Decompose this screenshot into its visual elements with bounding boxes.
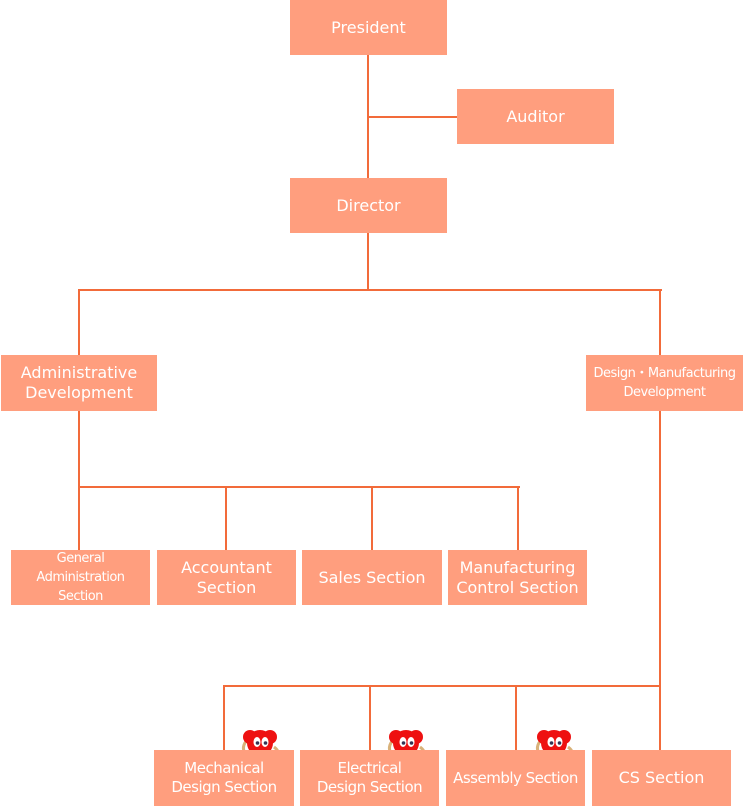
connector (223, 685, 661, 687)
node-general-administration: General Administration Section (11, 550, 150, 605)
connector (78, 411, 80, 550)
node-auditor: Auditor (457, 89, 614, 144)
connector (225, 486, 227, 550)
connector (78, 486, 520, 488)
connector (517, 486, 519, 550)
node-director: Director (290, 178, 447, 233)
connector (78, 289, 80, 355)
node-admin-development: Administrative Development (1, 355, 157, 411)
connector (515, 685, 517, 750)
connector (369, 685, 371, 750)
node-manufacturing-control: Manufacturing Control Section (448, 550, 587, 605)
connector (659, 289, 661, 355)
connector (371, 486, 373, 550)
node-cs: CS Section (592, 750, 731, 806)
connector (367, 233, 369, 291)
node-president: President (290, 0, 447, 55)
node-assembly: Assembly Section (446, 750, 585, 806)
node-sales: Sales Section (302, 550, 442, 605)
node-electrical-design: Electrical Design Section (300, 750, 439, 806)
node-accountant: Accountant Section (157, 550, 296, 605)
node-mechanical-design: Mechanical Design Section (154, 750, 294, 806)
connector (223, 685, 225, 750)
connector (367, 116, 457, 118)
connector (659, 411, 661, 750)
connector (78, 289, 662, 291)
node-design-manufacturing-development: Design・Manufacturing Development (586, 355, 743, 411)
